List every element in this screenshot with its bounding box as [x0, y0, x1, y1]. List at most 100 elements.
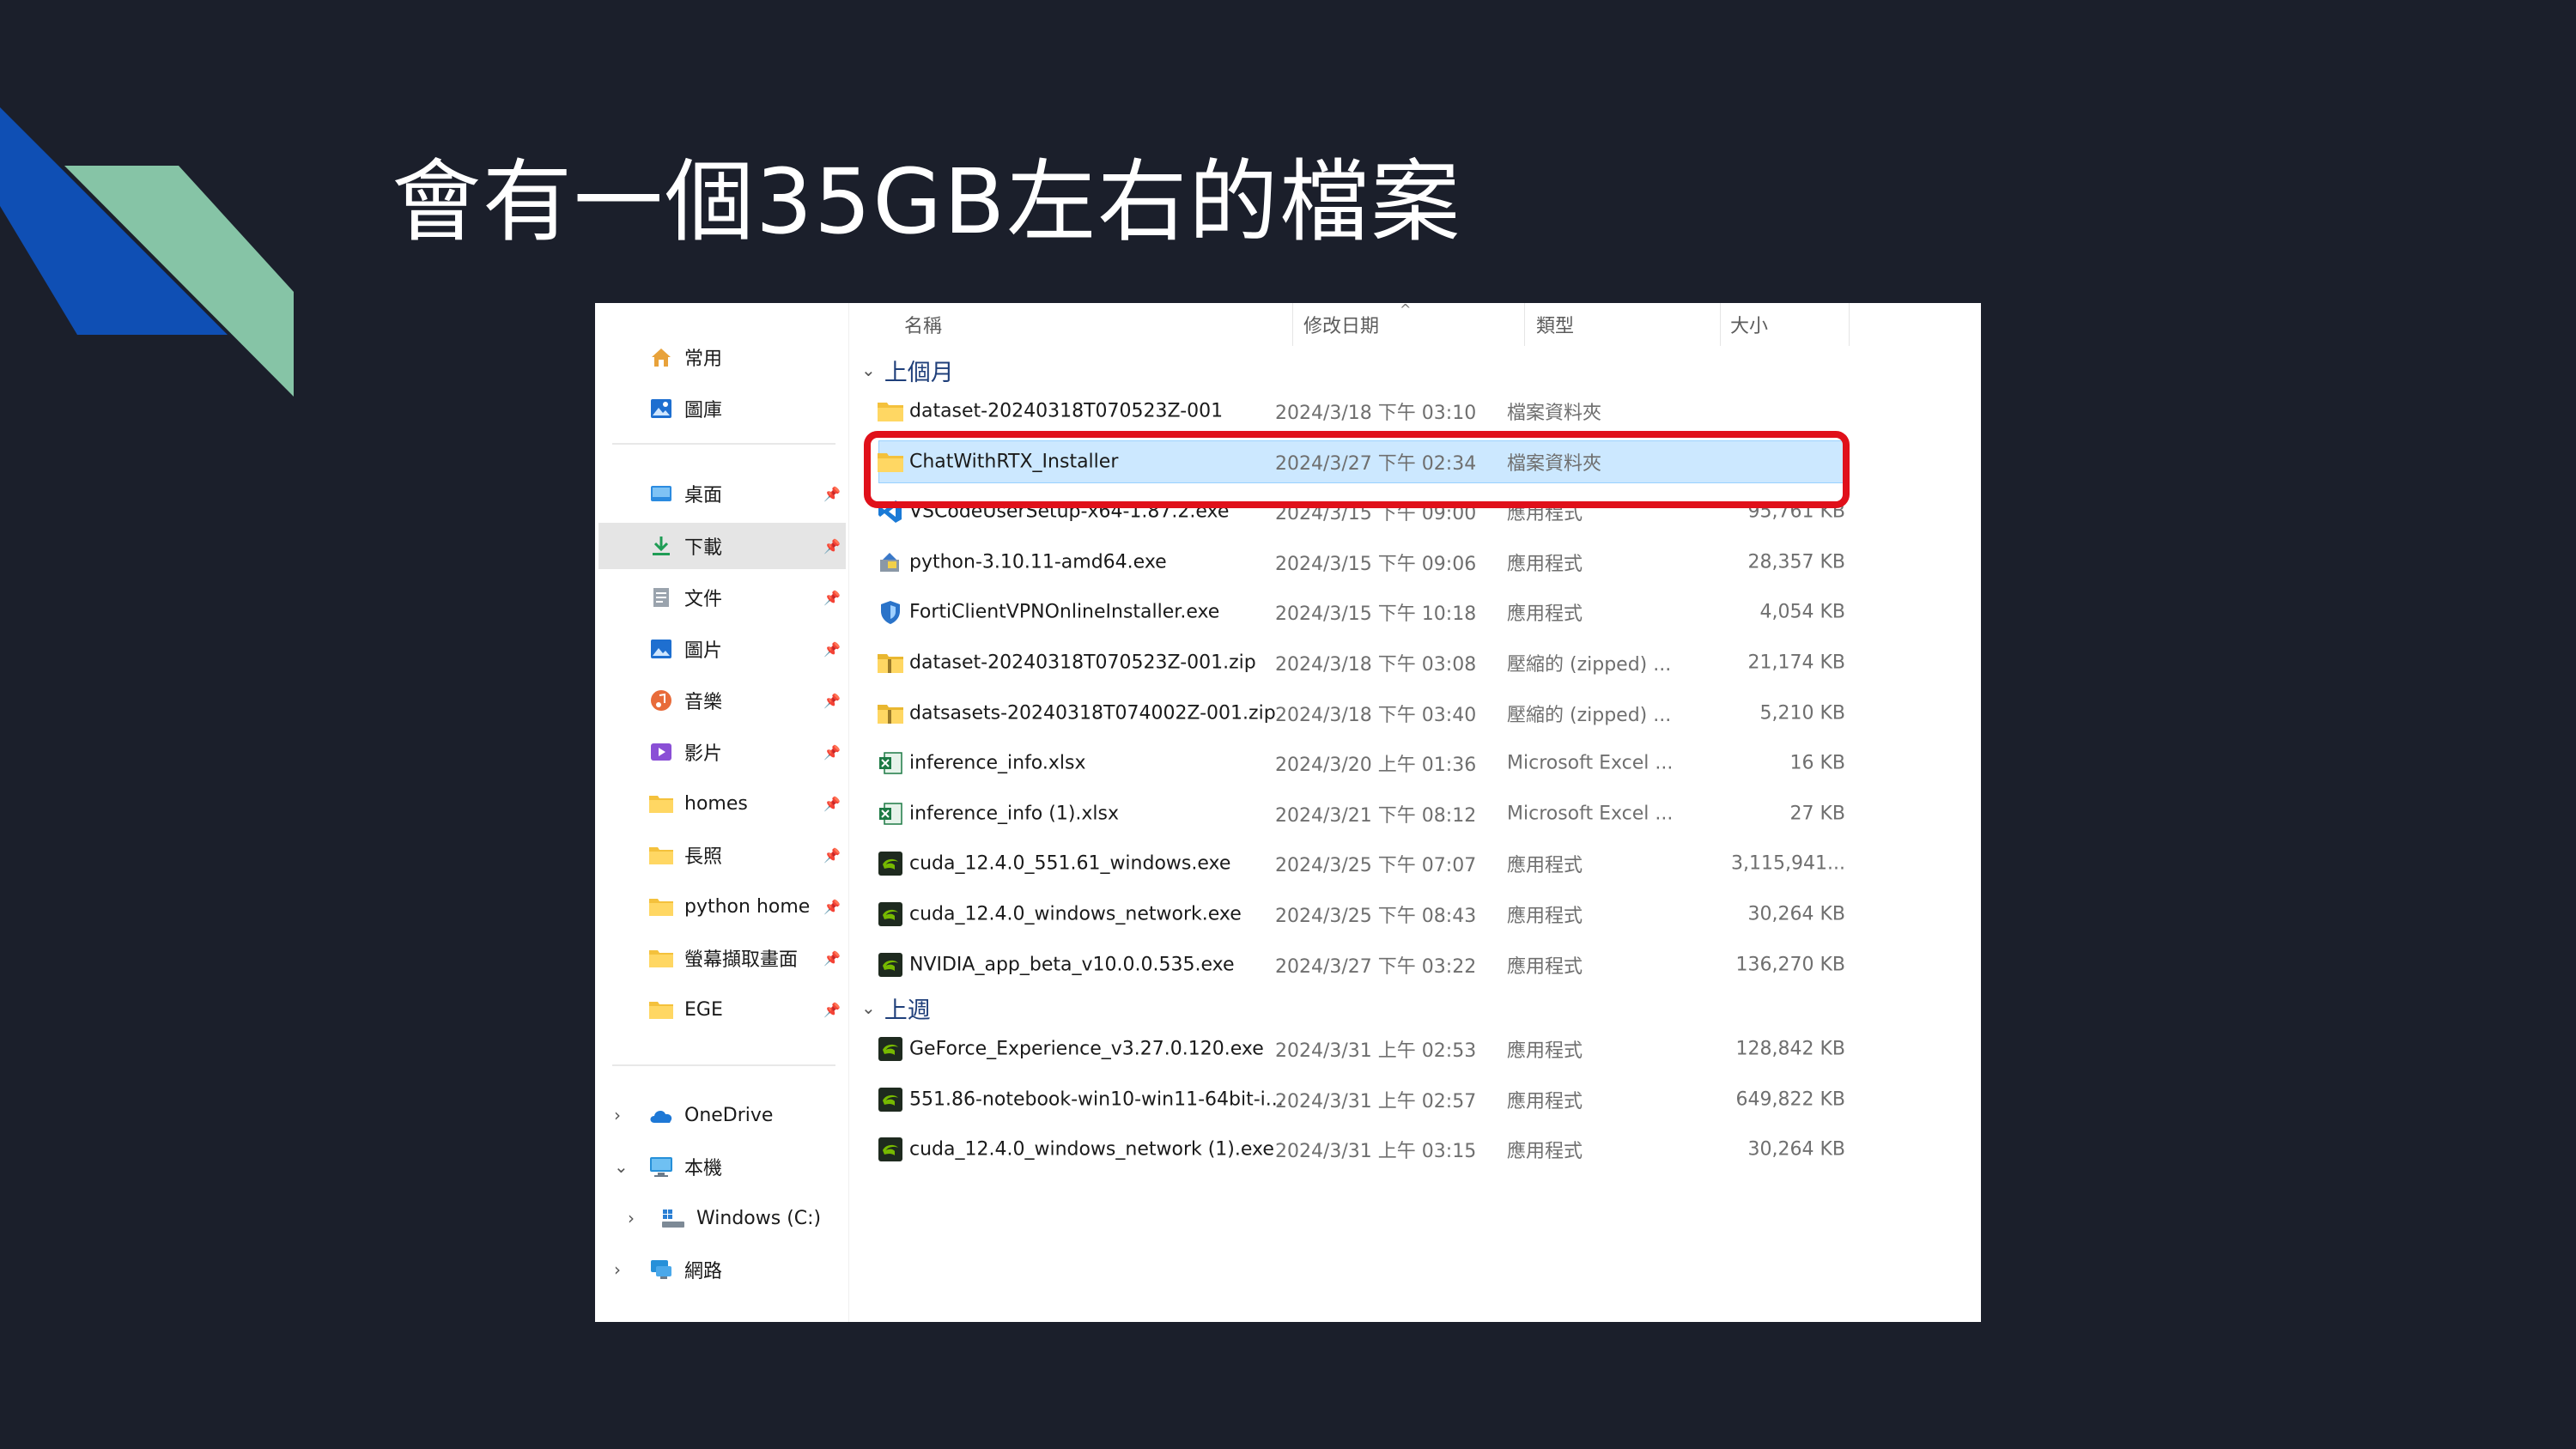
nav-label: 網路: [684, 1261, 723, 1282]
file-row[interactable]: NVIDIA_app_beta_v10.0.0.535.exe 2024/3/27…: [870, 941, 1981, 989]
file-row[interactable]: datsasets-20240318T074002Z-001.zip 2024/3…: [870, 689, 1981, 737]
file-type: 應用程式: [1507, 906, 1583, 927]
pictures-icon: [648, 636, 674, 662]
pin-icon[interactable]: 📌: [823, 641, 841, 658]
folder-icon: [648, 791, 674, 816]
nvidia-icon: [877, 900, 904, 928]
file-name: python-3.10.11-amd64.exe: [909, 551, 1167, 573]
folder-icon: [648, 945, 674, 971]
pin-icon[interactable]: 📌: [823, 693, 841, 709]
file-type: 應用程式: [1507, 855, 1583, 877]
column-divider[interactable]: [1292, 303, 1293, 346]
nav-item-onedrive[interactable]: › OneDrive: [595, 1092, 849, 1138]
gallery-icon: [648, 396, 674, 421]
pin-icon[interactable]: 📌: [823, 538, 841, 555]
nav-label: 螢幕擷取畫面: [684, 949, 799, 971]
group-header[interactable]: ⌄ 上週: [861, 991, 931, 1025]
pin-icon[interactable]: 📌: [823, 590, 841, 606]
chevron-down-icon[interactable]: ⌄: [614, 1156, 629, 1177]
chevron-down-icon[interactable]: ⌄: [861, 360, 876, 380]
nav-item-screenshots[interactable]: 螢幕擷取畫面 📌: [595, 935, 849, 981]
file-row[interactable]: inference_info (1).xlsx 2024/3/21 下午 08:1…: [870, 790, 1981, 838]
nav-item-python-home[interactable]: python home 📌: [595, 883, 849, 930]
nav-item-windows-c[interactable]: › Windows (C:): [595, 1195, 849, 1241]
file-row[interactable]: dataset-20240318T070523Z-001.zip 2024/3/1…: [870, 639, 1981, 687]
nav-item-music[interactable]: 音樂 📌: [595, 677, 849, 724]
file-date: 2024/3/15 下午 09:06: [1275, 553, 1477, 575]
chevron-right-icon[interactable]: ›: [628, 1208, 635, 1228]
nav-item-pictures[interactable]: 圖片 📌: [595, 626, 849, 672]
file-size: 30,264 KB: [1747, 1138, 1846, 1161]
nav-label: 文件: [684, 589, 723, 610]
pin-icon[interactable]: 📌: [823, 486, 841, 502]
chevron-right-icon[interactable]: ›: [614, 1259, 621, 1280]
document-icon: [648, 585, 674, 610]
nav-item-home[interactable]: 常用: [595, 334, 849, 380]
file-size: 27 KB: [1789, 803, 1845, 825]
nav-label: EGE: [684, 998, 723, 1021]
column-header-type[interactable]: 類型: [1536, 303, 1574, 346]
file-explorer-screenshot: 常用 圖庫 桌面 📌 下載 📌 文件 📌 圖片 📌 音樂 📌 影片 📌 home…: [595, 303, 1981, 1322]
folder-icon: [877, 397, 904, 425]
file-row[interactable]: dataset-20240318T070523Z-001 2024/3/18 下午…: [870, 387, 1981, 435]
file-row[interactable]: 551.86-notebook-win10-win11-64bit-i... 20…: [870, 1076, 1981, 1124]
file-date: 2024/3/18 下午 03:08: [1275, 654, 1477, 676]
file-type: 應用程式: [1507, 1040, 1583, 1063]
file-type: 檔案資料夾: [1507, 403, 1602, 424]
nav-item-documents[interactable]: 文件 📌: [595, 574, 849, 621]
file-size: 649,822 KB: [1735, 1088, 1846, 1111]
nav-label: homes: [684, 792, 748, 815]
pin-icon[interactable]: 📌: [823, 899, 841, 915]
nav-item-desktop[interactable]: 桌面 📌: [595, 470, 849, 517]
network-icon: [648, 1257, 674, 1282]
chevron-right-icon[interactable]: ›: [614, 1105, 621, 1125]
nav-item-homes[interactable]: homes 📌: [595, 780, 849, 827]
nav-label: OneDrive: [684, 1104, 774, 1126]
red-highlight-box: [864, 431, 1850, 508]
column-divider[interactable]: [1524, 303, 1525, 346]
download-icon: [648, 533, 674, 559]
file-type: 應用程式: [1507, 955, 1583, 978]
file-row[interactable]: cuda_12.4.0_windows_network (1).exe 2024/…: [870, 1125, 1981, 1173]
music-icon: [648, 688, 674, 713]
nav-item-downloads[interactable]: 下載 📌: [598, 523, 846, 569]
column-header-name[interactable]: 名稱: [904, 303, 942, 346]
nav-divider: [612, 443, 835, 445]
nvidia-icon: [877, 850, 904, 877]
nav-item-this-pc[interactable]: ⌄ 本機: [595, 1143, 849, 1190]
nav-label: 影片: [684, 743, 723, 765]
pin-icon[interactable]: 📌: [823, 796, 841, 812]
file-row[interactable]: cuda_12.4.0_windows_network.exe 2024/3/25…: [870, 890, 1981, 938]
pin-icon[interactable]: 📌: [823, 950, 841, 967]
column-header-size[interactable]: 大小: [1730, 303, 1768, 346]
file-row[interactable]: GeForce_Experience_v3.27.0.120.exe 2024/3…: [870, 1025, 1981, 1073]
nav-item-long-term-care[interactable]: 長照 📌: [595, 832, 849, 878]
pin-icon[interactable]: 📌: [823, 744, 841, 761]
nav-item-ege[interactable]: EGE 📌: [595, 986, 849, 1033]
nav-item-gallery[interactable]: 圖庫: [595, 385, 849, 432]
column-divider[interactable]: [1720, 303, 1721, 346]
nav-divider: [612, 1064, 835, 1066]
chevron-down-icon[interactable]: ⌄: [861, 997, 876, 1018]
file-row[interactable]: python-3.10.11-amd64.exe 2024/3/15 下午 09:…: [870, 538, 1981, 586]
file-size: 3,115,941...: [1731, 852, 1845, 875]
file-date: 2024/3/27 下午 03:22: [1275, 955, 1477, 978]
file-size: 28,357 KB: [1747, 551, 1846, 573]
file-row[interactable]: cuda_12.4.0_551.61_windows.exe 2024/3/25 …: [870, 840, 1981, 888]
zip-icon: [877, 649, 904, 676]
pin-icon[interactable]: 📌: [823, 847, 841, 864]
excel-icon: [877, 800, 904, 828]
group-header[interactable]: ⌄ 上個月: [861, 353, 954, 387]
column-divider[interactable]: [1849, 303, 1850, 346]
file-name: FortiClientVPNOnlineInstaller.exe: [909, 601, 1220, 623]
nav-item-videos[interactable]: 影片 📌: [595, 729, 849, 775]
nav-label: python home: [684, 895, 811, 918]
file-name: NVIDIA_app_beta_v10.0.0.535.exe: [909, 954, 1235, 976]
column-header-date[interactable]: 修改日期: [1303, 303, 1379, 346]
nav-item-network[interactable]: › 網路: [595, 1246, 849, 1293]
pin-icon[interactable]: 📌: [823, 1002, 841, 1018]
file-date: 2024/3/18 下午 03:10: [1275, 403, 1477, 424]
file-row[interactable]: FortiClientVPNOnlineInstaller.exe 2024/3/…: [870, 588, 1981, 636]
file-row[interactable]: inference_info.xlsx 2024/3/20 上午 01:36 Mic…: [870, 739, 1981, 787]
file-name: datsasets-20240318T074002Z-001.zip: [909, 702, 1276, 724]
